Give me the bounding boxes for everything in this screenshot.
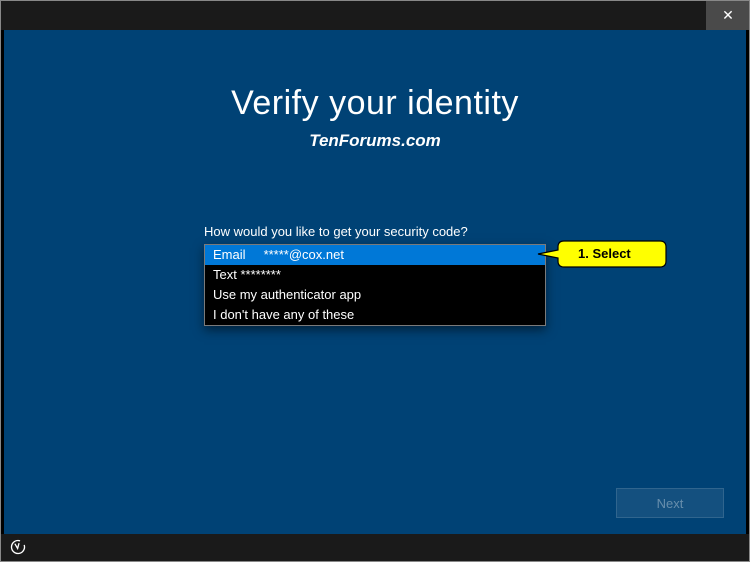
close-button[interactable]: ✕ xyxy=(706,0,750,30)
dropdown-option-text[interactable]: Text ******** xyxy=(205,265,545,285)
dropdown-option-none[interactable]: I don't have any of these xyxy=(205,305,545,325)
prompt-label: How would you like to get your security … xyxy=(204,224,468,239)
dropdown-option-authenticator[interactable]: Use my authenticator app xyxy=(205,285,545,305)
bottom-bar xyxy=(0,534,750,562)
annotation-callout: 1. Select xyxy=(564,237,674,270)
oobe-content: Verify your identity TenForums.com How w… xyxy=(4,30,746,534)
close-icon: ✕ xyxy=(722,7,734,24)
watermark-text: TenForums.com xyxy=(4,131,746,151)
next-button[interactable]: Next xyxy=(616,488,724,518)
next-button-label: Next xyxy=(657,496,684,511)
title-bar: ✕ xyxy=(0,0,750,30)
verification-method-dropdown[interactable]: Email *****@cox.net Text ******** Use my… xyxy=(204,244,546,326)
callout-label: 1. Select xyxy=(578,246,631,261)
page-title: Verify your identity xyxy=(4,84,746,123)
dropdown-option-email[interactable]: Email *****@cox.net xyxy=(205,245,545,265)
ease-of-access-icon[interactable] xyxy=(10,539,26,558)
